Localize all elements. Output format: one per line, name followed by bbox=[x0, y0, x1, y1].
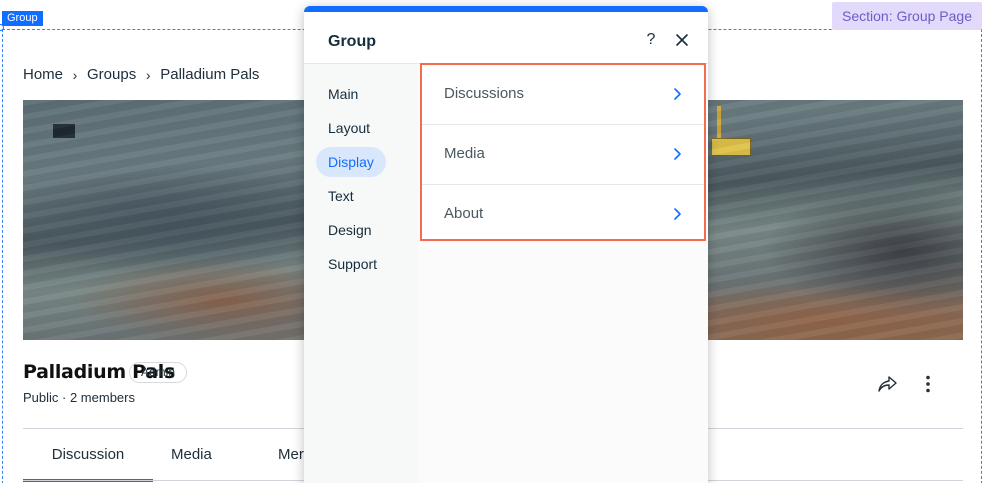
chevron-right-icon bbox=[674, 148, 681, 160]
nav-item-text[interactable]: Text bbox=[316, 181, 366, 211]
share-icon[interactable] bbox=[876, 374, 898, 394]
panel-title: Group bbox=[328, 33, 376, 50]
option-label: Media bbox=[444, 145, 485, 162]
display-options-highlight: Discussions Media About bbox=[420, 63, 706, 241]
option-media[interactable]: Media bbox=[422, 125, 704, 185]
breadcrumb-current: Palladium Pals bbox=[160, 66, 260, 83]
panel-header: Group ? bbox=[304, 12, 708, 64]
element-type-tag[interactable]: Group bbox=[2, 11, 43, 26]
group-settings-panel: Group ? Main Layout Display Text Design … bbox=[304, 6, 708, 483]
chevron-right-icon bbox=[674, 208, 681, 220]
cover-detail bbox=[711, 138, 751, 156]
more-options-icon[interactable] bbox=[918, 374, 938, 394]
group-meta: Public · 2 members bbox=[23, 390, 135, 405]
cover-detail bbox=[717, 106, 721, 140]
close-icon[interactable] bbox=[675, 33, 689, 47]
option-about[interactable]: About bbox=[422, 185, 704, 245]
option-label: About bbox=[444, 205, 484, 222]
nav-item-main[interactable]: Main bbox=[316, 79, 370, 109]
nav-item-support[interactable]: Support bbox=[316, 249, 389, 279]
help-icon[interactable]: ? bbox=[643, 30, 659, 50]
cover-detail bbox=[53, 124, 75, 138]
tab-discussion[interactable]: Discussion bbox=[23, 429, 153, 482]
option-label: Discussions bbox=[444, 85, 525, 102]
tab-media[interactable]: Media bbox=[171, 429, 231, 481]
nav-item-display[interactable]: Display bbox=[316, 147, 386, 177]
section-tag[interactable]: Section: Group Page bbox=[832, 2, 982, 30]
chevron-right-icon: › bbox=[145, 66, 151, 83]
admin-badge: Admin bbox=[129, 362, 188, 383]
nav-item-design[interactable]: Design bbox=[316, 215, 384, 245]
chevron-right-icon bbox=[674, 88, 681, 100]
breadcrumb-groups[interactable]: Groups bbox=[87, 66, 136, 83]
option-discussions[interactable]: Discussions bbox=[422, 65, 704, 125]
nav-item-layout[interactable]: Layout bbox=[316, 113, 382, 143]
panel-nav: Main Layout Display Text Design Support bbox=[304, 64, 418, 483]
breadcrumb-home[interactable]: Home bbox=[23, 66, 63, 83]
breadcrumb: Home › Groups › Palladium Pals bbox=[23, 66, 259, 83]
chevron-right-icon: › bbox=[72, 66, 78, 83]
